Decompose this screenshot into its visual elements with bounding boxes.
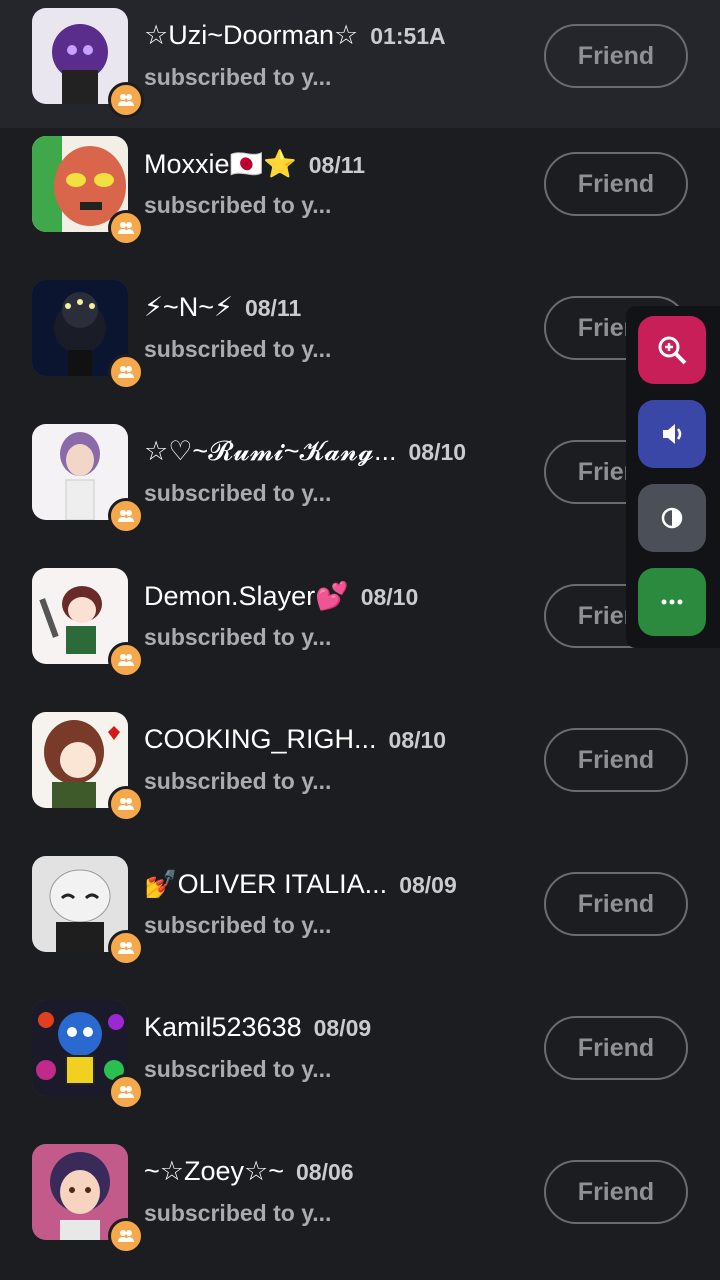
timestamp: 08/09 — [399, 872, 457, 898]
list-item[interactable]: ⚡~N~⚡ 08/11 subscribed to y... Friend — [0, 272, 720, 416]
subscribed-label: subscribed to y... — [144, 192, 332, 218]
more-icon — [661, 599, 683, 605]
contrast-button[interactable] — [638, 484, 706, 552]
zoom-in-icon — [658, 336, 687, 365]
group-icon — [108, 1218, 144, 1254]
subscribed-label: subscribed to y... — [144, 912, 332, 938]
group-icon — [108, 1074, 144, 1110]
username[interactable]: Moxxie🇯🇵⭐ — [144, 148, 297, 180]
group-icon — [108, 786, 144, 822]
subscribed-label: subscribed to y... — [144, 1200, 332, 1226]
subscriber-list: ☆Uzi~Doorman☆ 01:51A subscribed to y... … — [0, 0, 720, 1280]
list-item[interactable]: ☆♡~𝓡𝓾𝓶𝓲~𝓚𝓪𝓷𝓰... 08/10 subscribed to y...… — [0, 416, 720, 560]
list-item[interactable]: ~☆Zoey☆~ 08/06 subscribed to y... Friend — [0, 1136, 720, 1280]
friend-button[interactable]: Friend — [544, 1016, 688, 1080]
timestamp: 08/10 — [408, 439, 467, 465]
friend-button[interactable]: Friend — [544, 872, 688, 936]
username[interactable]: 💅OLIVER ITALIA... — [144, 868, 387, 900]
group-icon — [108, 930, 144, 966]
timestamp: 08/06 — [295, 1159, 354, 1185]
timestamp: 08/11 — [244, 295, 302, 321]
timestamp: 01:51A — [370, 23, 446, 49]
timestamp: 08/11 — [308, 152, 366, 178]
speaker-icon — [663, 424, 682, 444]
accessibility-toolbar — [626, 306, 720, 648]
subscribed-label: subscribed to y... — [144, 768, 332, 794]
username[interactable]: ⚡~N~⚡ — [144, 292, 233, 323]
group-icon — [108, 498, 144, 534]
username[interactable]: ☆♡~𝓡𝓾𝓶𝓲~𝓚𝓪𝓷𝓰... — [144, 436, 397, 468]
timestamp: 08/09 — [313, 1015, 372, 1041]
timestamp: 08/10 — [388, 727, 447, 753]
subscribed-label: subscribed to y... — [144, 624, 332, 650]
subscribed-label: subscribed to y... — [144, 336, 332, 362]
username[interactable]: COOKING_RIGH... — [144, 724, 377, 755]
group-icon — [108, 210, 144, 246]
username[interactable]: Kamil523638 — [144, 1012, 302, 1043]
friend-button[interactable]: Friend — [544, 728, 688, 792]
contrast-icon — [661, 507, 683, 529]
subscribed-label: subscribed to y... — [144, 480, 332, 506]
username[interactable]: ~☆Zoey☆~ — [144, 1156, 284, 1187]
speaker-button[interactable] — [638, 400, 706, 468]
subscribed-label: subscribed to y... — [144, 64, 332, 90]
username[interactable]: ☆Uzi~Doorman☆ — [144, 20, 358, 51]
friend-button[interactable]: Friend — [544, 152, 688, 216]
username[interactable]: Demon.Slayer💕 — [144, 580, 349, 612]
list-item[interactable]: Demon.Slayer💕 08/10 subscribed to y... F… — [0, 560, 720, 704]
subscribed-label: subscribed to y... — [144, 1056, 332, 1082]
timestamp: 08/10 — [360, 584, 419, 610]
group-icon — [108, 82, 144, 118]
friend-button[interactable]: Friend — [544, 24, 688, 88]
group-icon — [108, 642, 144, 678]
friend-button[interactable]: Friend — [544, 1160, 688, 1224]
list-item[interactable]: COOKING_RIGH... 08/10 subscribed to y...… — [0, 704, 720, 848]
group-icon — [108, 354, 144, 390]
list-item[interactable]: Moxxie🇯🇵⭐ 08/11 subscribed to y... Frien… — [0, 128, 720, 272]
list-item[interactable]: 💅OLIVER ITALIA... 08/09 subscribed to y.… — [0, 848, 720, 992]
zoom-in-button[interactable] — [638, 316, 706, 384]
list-item[interactable]: Kamil523638 08/09 subscribed to y... Fri… — [0, 992, 720, 1136]
list-item[interactable]: ☆Uzi~Doorman☆ 01:51A subscribed to y... … — [0, 0, 720, 128]
more-button[interactable] — [638, 568, 706, 636]
